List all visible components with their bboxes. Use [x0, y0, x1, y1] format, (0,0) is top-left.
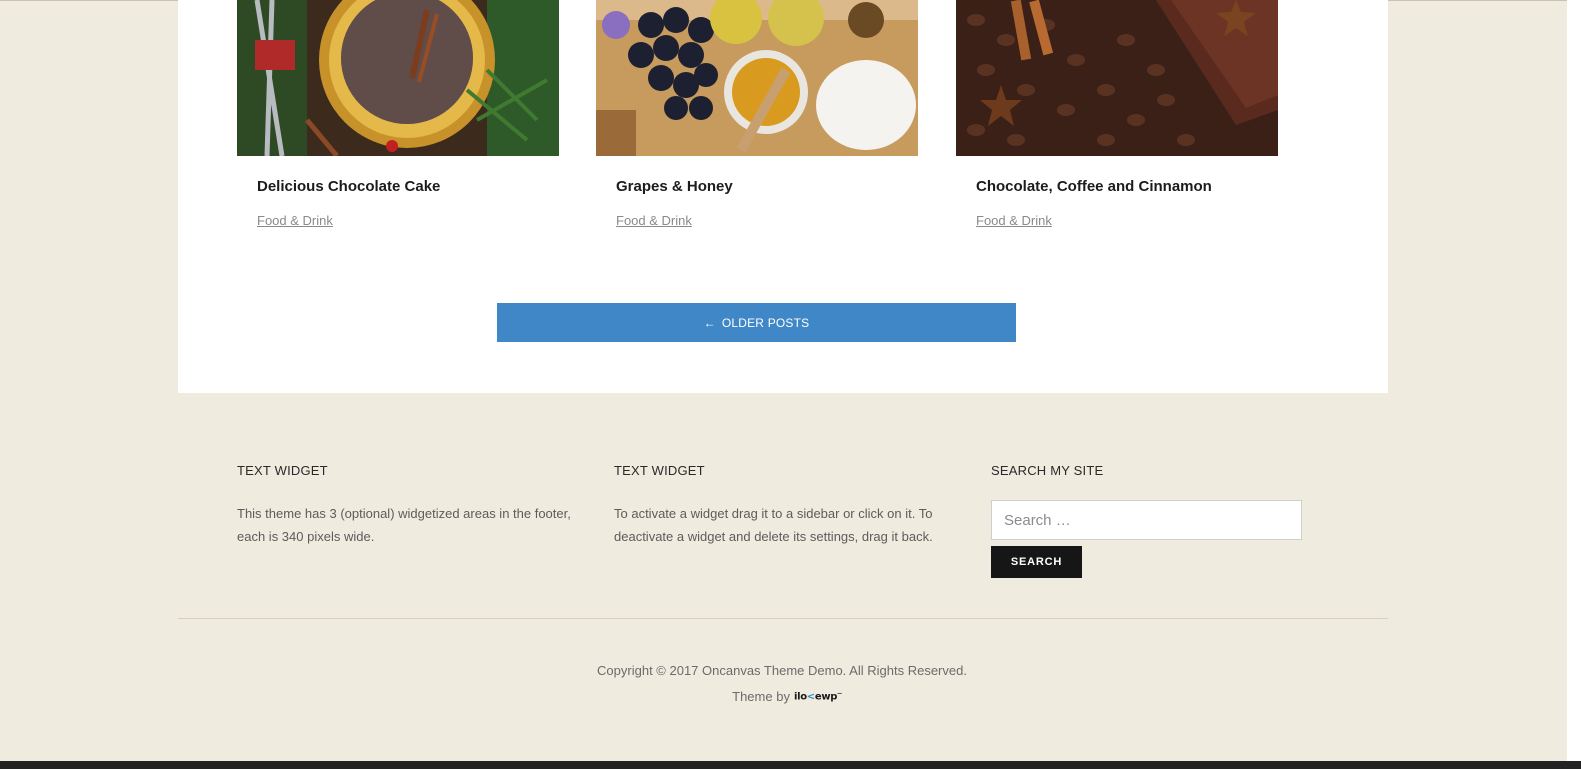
post-title[interactable]: Chocolate, Coffee and Cinnamon: [976, 178, 1212, 195]
widget-text: To activate a widget drag it to a sideba…: [614, 506, 933, 544]
post-thumbnail-grapes-honey[interactable]: [596, 0, 918, 156]
older-posts-button[interactable]: ← OLDER POSTS: [497, 303, 1016, 342]
search-input[interactable]: [991, 500, 1302, 540]
post-card: Grapes & Honey Food & Drink: [596, 0, 918, 228]
post-title[interactable]: Grapes & Honey: [616, 178, 733, 195]
theme-credit: Theme by ilo<ewp—: [178, 689, 1396, 704]
main-content-panel: Delicious Chocolate Cake Food & Drink Gr…: [178, 0, 1388, 393]
post-card: Delicious Chocolate Cake Food & Drink: [237, 0, 559, 228]
copyright-text: Copyright © 2017 Oncanvas Theme Demo. Al…: [597, 663, 967, 678]
widget-title: TEXT WIDGET: [237, 463, 328, 478]
bottom-edge: [0, 761, 1581, 769]
search-widget-title: SEARCH MY SITE: [991, 463, 1104, 478]
right-edge: [1567, 0, 1581, 769]
post-card: Chocolate, Coffee and Cinnamon Food & Dr…: [956, 0, 1278, 228]
post-thumbnail-coffee-cinnamon[interactable]: [956, 0, 1278, 156]
ilovewp-logo[interactable]: ilo<ewp—: [794, 691, 842, 702]
widget-title: TEXT WIDGET: [614, 463, 705, 478]
post-category-link[interactable]: Food & Drink: [257, 213, 333, 228]
search-button[interactable]: SEARCH: [991, 546, 1082, 578]
post-category-link[interactable]: Food & Drink: [616, 213, 692, 228]
footer-divider: [178, 618, 1388, 619]
widget-text: This theme has 3 (optional) widgetized a…: [237, 506, 571, 544]
older-posts-label: OLDER POSTS: [721, 315, 810, 330]
post-thumbnail-chocolate-cake[interactable]: [237, 0, 559, 156]
theme-by-label: Theme by: [732, 689, 790, 704]
post-title[interactable]: Delicious Chocolate Cake: [257, 178, 440, 195]
post-category-link[interactable]: Food & Drink: [976, 213, 1052, 228]
arrow-left-icon: ←: [703, 315, 716, 330]
